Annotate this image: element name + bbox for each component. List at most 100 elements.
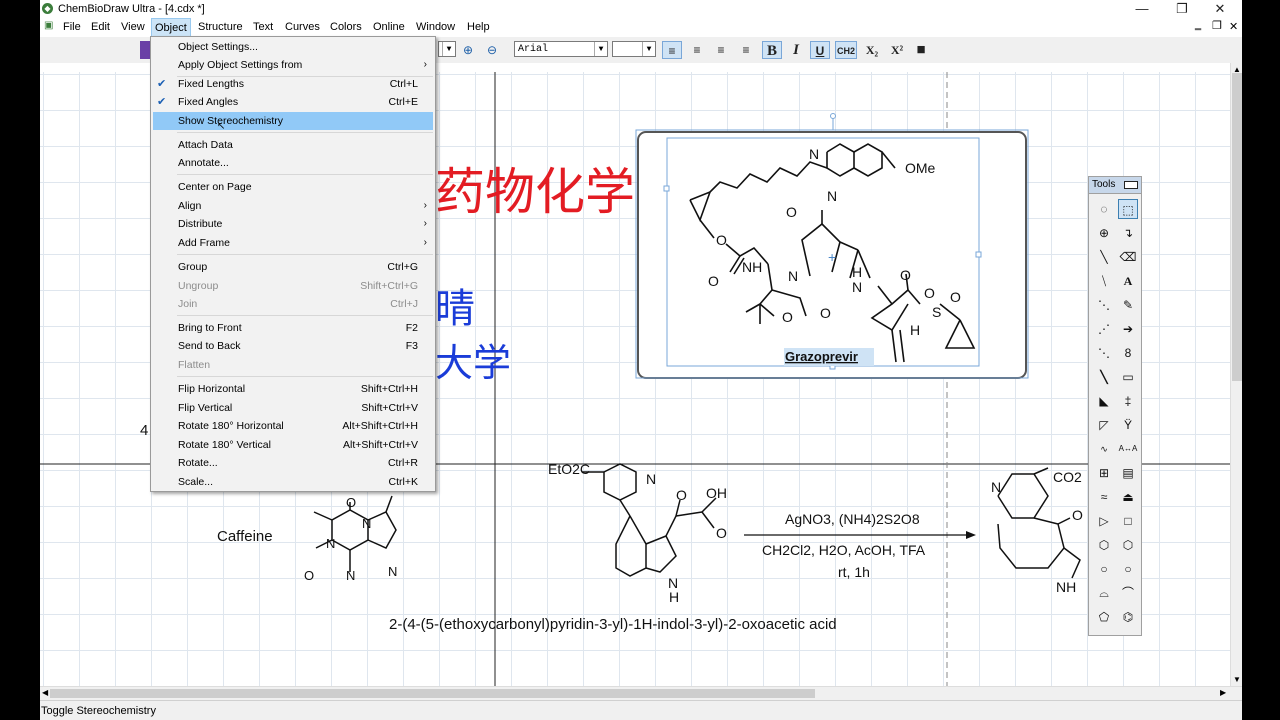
menu-structure[interactable]: Structure	[198, 21, 243, 33]
superscript-button[interactable]: X²	[886, 41, 908, 59]
horizontal-scroll-thumb[interactable]	[50, 689, 815, 698]
play-icon[interactable]: ▷	[1094, 511, 1114, 531]
charge-icon[interactable]: ‡	[1118, 391, 1138, 411]
hollow-wedge-icon[interactable]: ◸	[1094, 415, 1114, 435]
mapping-icon[interactable]: A↔A	[1118, 439, 1138, 459]
menu-item-flip-vertical[interactable]: Flip Vertical Shift+Ctrl+V	[151, 399, 435, 417]
menu-text[interactable]: Text	[253, 21, 273, 33]
align-left-icon[interactable]: ≡	[662, 41, 682, 59]
tools-header[interactable]: Tools	[1089, 177, 1141, 194]
chain-icon[interactable]: ↴	[1118, 223, 1138, 243]
close-button[interactable]: ✕	[1202, 0, 1238, 18]
menu-item-object-settings[interactable]: Object Settings...	[151, 38, 435, 56]
menu-curves[interactable]: Curves	[285, 21, 320, 33]
chemical-symbol-icon[interactable]: ⏏	[1118, 487, 1138, 507]
double-bond-icon[interactable]: ⧹	[1094, 271, 1114, 291]
wavy-bond-icon[interactable]: ∿	[1094, 439, 1114, 459]
menu-item-send-to-back[interactable]: Send to Back F3	[151, 337, 435, 355]
underline-button[interactable]: U	[810, 41, 830, 59]
subscript-button[interactable]: X₂	[861, 41, 883, 59]
menu-item-ungroup[interactable]: Ungroup Shift+Ctrl+G	[151, 277, 435, 295]
table-icon[interactable]: ⊞	[1094, 463, 1114, 483]
marquee-select-icon[interactable]: ⬚	[1118, 199, 1138, 219]
menu-item-group[interactable]: Group Ctrl+G	[151, 258, 435, 276]
orbital-icon[interactable]: ⊕	[1094, 223, 1114, 243]
menu-item-attach-data[interactable]: Attach Data	[151, 136, 435, 154]
dashed-bond-icon[interactable]: ⋱	[1094, 295, 1114, 315]
menu-item-rotate-180-horizontal[interactable]: Rotate 180° Horizontal Alt+Shift+Ctrl+H	[151, 417, 435, 435]
horizontal-scrollbar[interactable]: ◀ ▶	[40, 686, 1242, 700]
vertical-scroll-thumb[interactable]	[1232, 73, 1242, 381]
chair-conformation-icon[interactable]: ⌓	[1094, 583, 1114, 603]
doc-restore-button[interactable]: ❐	[1212, 19, 1222, 32]
menu-item-fixed-lengths[interactable]: ✔ Fixed Lengths Ctrl+L	[151, 75, 435, 93]
palette-collapse-icon[interactable]	[1124, 181, 1138, 189]
menu-edit[interactable]: Edit	[91, 21, 110, 33]
tlc-plate-icon[interactable]: ▤	[1118, 463, 1138, 483]
zoom-in-icon[interactable]: ⊕	[460, 41, 476, 59]
menu-item-rotate[interactable]: Rotate... Ctrl+R	[151, 454, 435, 472]
square-icon[interactable]: □	[1118, 511, 1138, 531]
benzene-icon[interactable]: ⌬	[1118, 607, 1138, 627]
font-name-select[interactable]: Arial ▼	[514, 41, 608, 57]
menu-item-fixed-angles[interactable]: ✔ Fixed Angles Ctrl+E	[151, 93, 435, 111]
menu-item-annotate[interactable]: Annotate...	[151, 154, 435, 172]
align-center-icon[interactable]: ≡	[687, 41, 707, 59]
cyclohexane-chair-icon[interactable]: ⬡	[1094, 535, 1114, 555]
scroll-right-icon[interactable]: ▶	[1220, 688, 1226, 697]
menu-online[interactable]: Online	[373, 21, 405, 33]
arrow-tool-icon[interactable]: ➔	[1118, 319, 1138, 339]
menu-colors[interactable]: Colors	[330, 21, 362, 33]
menu-window[interactable]: Window	[416, 21, 455, 33]
font-size-select[interactable]: ▼	[612, 41, 656, 57]
menu-item-rotate-180-vertical[interactable]: Rotate 180° Vertical Alt+Shift+Ctrl+V	[151, 436, 435, 454]
boat-conformation-icon[interactable]: ⌒	[1118, 583, 1138, 603]
menu-item-join[interactable]: Join Ctrl+J	[151, 295, 435, 313]
menu-object[interactable]: Object	[151, 18, 191, 37]
wedge-bond-icon[interactable]: ◣	[1094, 391, 1114, 411]
zoom-dropdown[interactable]: ▼	[438, 41, 456, 57]
menu-item-align[interactable]: Align ›	[151, 197, 435, 215]
formula-button[interactable]: CH2	[835, 41, 857, 59]
scroll-left-icon[interactable]: ◀	[42, 688, 48, 697]
bold-bond-icon[interactable]: ╲	[1094, 367, 1114, 387]
cyclopentane-icon[interactable]: ○	[1094, 559, 1114, 579]
peptide-icon[interactable]: ≈	[1094, 487, 1114, 507]
menu-item-distribute[interactable]: Distribute ›	[151, 215, 435, 233]
menu-item-bring-to-front[interactable]: Bring to Front F2	[151, 319, 435, 337]
solid-bond-icon[interactable]: ╲	[1094, 247, 1114, 267]
vertical-scrollbar[interactable]: ▲ ▼	[1230, 63, 1242, 686]
doc-minimize-button[interactable]: ‗	[1195, 19, 1201, 31]
menu-help[interactable]: Help	[467, 21, 490, 33]
menu-item-flip-horizontal[interactable]: Flip Horizontal Shift+Ctrl+H	[151, 380, 435, 398]
hashed-bond-icon[interactable]: ⋰	[1094, 319, 1114, 339]
align-justify-icon[interactable]: ≡	[736, 41, 756, 59]
menu-item-show-stereochemistry[interactable]: Show Stereochemistry ↖	[153, 112, 433, 132]
query-icon[interactable]: Ϋ	[1118, 415, 1138, 435]
text-tool-icon[interactable]: A	[1118, 271, 1138, 291]
menu-view[interactable]: View	[121, 21, 145, 33]
doc-close-button[interactable]: ✕	[1229, 20, 1238, 33]
menu-item-center-on-page[interactable]: Center on Page	[151, 178, 435, 196]
menu-item-add-frame[interactable]: Add Frame ›	[151, 234, 435, 252]
scroll-down-icon[interactable]: ▼	[1233, 675, 1241, 684]
cycloheptane-icon[interactable]: ○	[1118, 559, 1138, 579]
eraser-icon[interactable]: ⌫	[1118, 247, 1138, 267]
menu-file[interactable]: File	[63, 21, 81, 33]
pentagon-icon[interactable]: ⬠	[1094, 607, 1114, 627]
pen-icon[interactable]: ✎	[1118, 295, 1138, 315]
cyclohexane-icon[interactable]: ⬡	[1118, 535, 1138, 555]
orbital-lobe-icon[interactable]: 8	[1118, 343, 1138, 363]
restore-button[interactable]: ❐	[1164, 0, 1200, 18]
bold-button[interactable]: B	[762, 41, 782, 59]
menu-item-apply-object-settings[interactable]: Apply Object Settings from ›	[151, 56, 435, 74]
document-icon[interactable]: ▣	[44, 20, 53, 31]
zoom-out-icon[interactable]: ⊖	[484, 41, 500, 59]
align-right-icon[interactable]: ≡	[711, 41, 731, 59]
menu-item-scale[interactable]: Scale... Ctrl+K	[151, 473, 435, 491]
color-swatch-icon[interactable]	[140, 41, 150, 59]
italic-button[interactable]: I	[787, 41, 805, 59]
lasso-icon[interactable]: ◌	[1094, 199, 1114, 219]
drawing-element-icon[interactable]: ▭	[1118, 367, 1138, 387]
minimize-button[interactable]: —	[1124, 0, 1160, 18]
